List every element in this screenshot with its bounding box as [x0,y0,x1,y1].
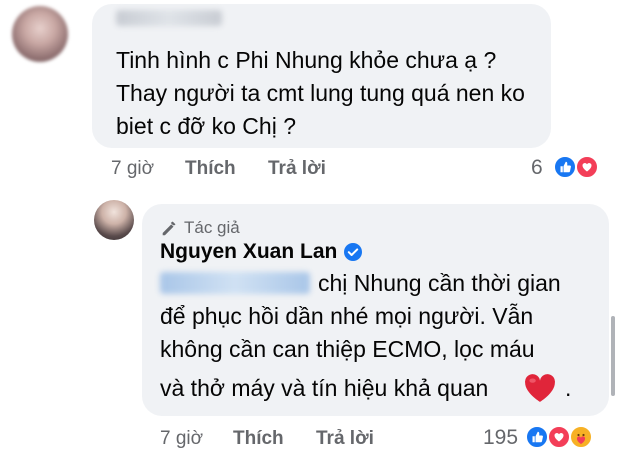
like-button[interactable]: Thích [185,158,236,180]
verified-icon [344,243,363,261]
author-badge: Tác giả [160,218,240,238]
author-name[interactable]: Nguyen Xuan Lan [160,240,363,264]
author-name-text[interactable]: Nguyen Xuan Lan [160,240,337,264]
reply-button[interactable]: Trả lời [268,158,326,180]
pen-icon [162,221,176,236]
comment-line: Thay người ta cmt lung tung quá nen ko [116,80,525,106]
reply-line: chị Nhung cần thời gian [318,270,561,296]
red-heart-emoji [525,374,555,402]
like-icon[interactable] [553,155,577,179]
scrollbar[interactable] [611,316,615,396]
reply-line: không cần can thiệp ECMO, lọc máu [160,336,535,362]
author-avatar[interactable] [94,200,134,240]
comment-line: Tinh hình c Phi Nhung khỏe chưa ạ ? [116,47,497,73]
reply-end-punctuation: . [565,375,572,401]
reply-timestamp[interactable]: 7 giờ [160,428,203,450]
commenter-avatar[interactable] [12,6,68,62]
like-icon[interactable] [525,425,549,449]
commenter-name-blurred[interactable] [116,10,222,26]
mention-tag-blurred[interactable] [160,272,310,294]
reaction-count[interactable]: 195 [483,426,518,450]
reply-line: để phục hồi dần nhé mọi người. Vẫn [160,303,534,329]
reaction-count[interactable]: 6 [531,156,543,180]
comment-line: biet c đỡ ko Chị ? [116,113,297,139]
comment-timestamp[interactable]: 7 giờ [111,158,154,180]
like-button[interactable]: Thích [233,428,284,450]
reply-button[interactable]: Trả lời [316,428,374,450]
heart-icon[interactable] [547,425,571,449]
reply-line: và thở máy và tín hiệu khả quan [160,375,495,401]
author-badge-label: Tác giả [184,218,240,237]
heart-icon[interactable] [575,155,599,179]
care-icon[interactable] [569,425,593,449]
